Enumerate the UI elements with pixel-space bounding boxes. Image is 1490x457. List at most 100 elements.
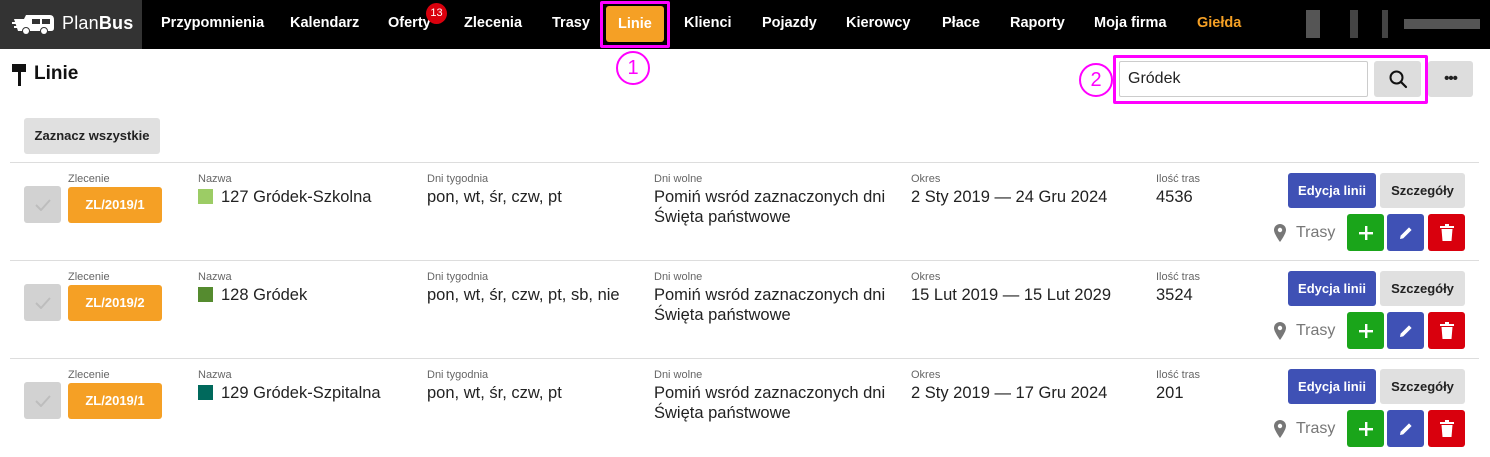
days-off-holidays: Święta państwowe: [654, 404, 791, 422]
nav-item-oferty[interactable]: Oferty: [388, 0, 431, 49]
nav-item-pojazdy[interactable]: Pojazdy: [762, 0, 817, 49]
edit-button[interactable]: [1387, 214, 1424, 251]
offers-count-badge: 13: [426, 3, 447, 24]
edit-line-button[interactable]: Edycja linii: [1288, 369, 1376, 404]
nav-item-trasy[interactable]: Trasy: [552, 0, 590, 49]
column-label-name: Nazwa: [198, 271, 232, 283]
routes-link[interactable]: Trasy: [1274, 221, 1346, 245]
weekdays-value: pon, wt, śr, czw, pt: [427, 384, 562, 402]
add-route-button[interactable]: [1347, 214, 1384, 251]
routes-label: Trasy: [1296, 420, 1336, 437]
line-color-swatch: [198, 287, 213, 302]
column-label-order: Zlecenie: [68, 271, 110, 283]
trash-icon: [1439, 420, 1454, 437]
column-label-days-off: Dni wolne: [654, 369, 703, 381]
annotation-box-linie: [600, 1, 670, 48]
avatar[interactable]: [1306, 10, 1320, 38]
order-link-button[interactable]: ZL/2019/1: [68, 383, 162, 419]
nav-item-kalendarz[interactable]: Kalendarz: [290, 0, 359, 49]
line-name: 129 Gródek-Szpitalna: [198, 383, 381, 403]
weekdays-value: pon, wt, śr, czw, pt: [427, 188, 562, 206]
user-menu-blurred[interactable]: [1350, 10, 1358, 38]
days-off-holidays: Święta państwowe: [654, 306, 791, 324]
column-label-days-off: Dni wolne: [654, 173, 703, 185]
days-off-value: Pomiń wsród zaznaczonych dni: [654, 286, 886, 304]
column-label-days-off: Dni wolne: [654, 271, 703, 283]
column-label-weekdays: Dni tygodnia: [427, 271, 489, 283]
line-color-swatch: [198, 189, 213, 204]
trash-icon: [1439, 224, 1454, 241]
column-label-route-count: Ilość tras: [1156, 173, 1201, 185]
nav-item-klienci[interactable]: Klienci: [684, 0, 732, 49]
user-name-blurred[interactable]: [1404, 19, 1480, 29]
nav-item-place[interactable]: Płace: [942, 0, 980, 49]
pencil-icon: [1399, 324, 1412, 337]
order-link-button[interactable]: ZL/2019/1: [68, 187, 162, 223]
line-color-swatch: [198, 385, 213, 400]
details-button[interactable]: Szczegóły: [1380, 271, 1465, 306]
column-label-order: Zlecenie: [68, 369, 110, 381]
app-logo-text: PlanBus: [62, 13, 134, 33]
nav-item-kierowcy[interactable]: Kierowcy: [846, 0, 910, 49]
column-label-period: Okres: [911, 271, 941, 283]
planbus-logo[interactable]: PlanBus: [0, 0, 142, 49]
edit-line-button[interactable]: Edycja linii: [1288, 173, 1376, 208]
annotation-marker-1: 1: [616, 51, 650, 85]
details-button[interactable]: Szczegóły: [1380, 369, 1465, 404]
table-row: Zlecenie ZL/2019/1 Nazwa 127 Gródek-Szko…: [10, 162, 1479, 260]
edit-button[interactable]: [1387, 410, 1424, 447]
details-button[interactable]: Szczegóły: [1380, 173, 1465, 208]
pencil-icon: [1399, 226, 1412, 239]
delete-button[interactable]: [1428, 214, 1465, 251]
edit-button[interactable]: [1387, 312, 1424, 349]
trash-icon: [1439, 322, 1454, 339]
check-icon: [34, 394, 51, 407]
route-count-value: 201: [1156, 384, 1184, 402]
delete-button[interactable]: [1428, 410, 1465, 447]
order-link-button[interactable]: ZL/2019/2: [68, 285, 162, 321]
column-label-weekdays: Dni tygodnia: [427, 369, 489, 381]
nav-item-moja-firma[interactable]: Moja firma: [1094, 0, 1167, 49]
map-pin-icon: [1274, 224, 1286, 242]
add-route-button[interactable]: [1347, 410, 1384, 447]
row-checkbox[interactable]: [24, 284, 61, 321]
more-options-button[interactable]: •••: [1428, 61, 1473, 97]
routes-label: Trasy: [1296, 322, 1336, 339]
edit-line-button[interactable]: Edycja linii: [1288, 271, 1376, 306]
map-pin-icon: [1274, 420, 1286, 438]
select-all-button[interactable]: Zaznacz wszystkie: [24, 118, 160, 154]
routes-link[interactable]: Trasy: [1274, 319, 1346, 343]
nav-item-gielda[interactable]: Giełda: [1197, 0, 1241, 49]
days-off-value: Pomiń wsród zaznaczonych dni: [654, 188, 886, 206]
delete-button[interactable]: [1428, 312, 1465, 349]
nav-item-raporty[interactable]: Raporty: [1010, 0, 1065, 49]
add-route-button[interactable]: [1347, 312, 1384, 349]
annotation-box-search: [1113, 55, 1428, 104]
row-checkbox[interactable]: [24, 382, 61, 419]
days-off-holidays: Święta państwowe: [654, 208, 791, 226]
check-icon: [34, 198, 51, 211]
column-label-route-count: Ilość tras: [1156, 271, 1201, 283]
column-label-period: Okres: [911, 369, 941, 381]
page-title: Linie: [12, 62, 78, 86]
column-label-name: Nazwa: [198, 369, 232, 381]
route-count-value: 4536: [1156, 188, 1193, 206]
plus-icon: [1358, 323, 1373, 338]
routes-link[interactable]: Trasy: [1274, 417, 1346, 441]
column-label-route-count: Ilość tras: [1156, 369, 1201, 381]
plus-icon: [1358, 225, 1373, 240]
page-heading: Linie: [34, 63, 79, 84]
check-icon: [34, 296, 51, 309]
pencil-icon: [1399, 422, 1412, 435]
column-label-period: Okres: [911, 173, 941, 185]
table-row: Zlecenie ZL/2019/2 Nazwa 128 Gródek Dni …: [10, 260, 1479, 358]
column-label-order: Zlecenie: [68, 173, 110, 185]
nav-item-przypomnienia[interactable]: Przypomnienia: [161, 0, 264, 49]
nav-item-zlecenia[interactable]: Zlecenia: [464, 0, 522, 49]
period-value: 2 Sty 2019 — 24 Gru 2024: [911, 188, 1108, 206]
user-menu-blurred[interactable]: [1382, 10, 1388, 38]
days-off-value: Pomiń wsród zaznaczonych dni: [654, 384, 886, 402]
route-count-value: 3524: [1156, 286, 1193, 304]
row-checkbox[interactable]: [24, 186, 61, 223]
line-name: 128 Gródek: [198, 285, 307, 305]
